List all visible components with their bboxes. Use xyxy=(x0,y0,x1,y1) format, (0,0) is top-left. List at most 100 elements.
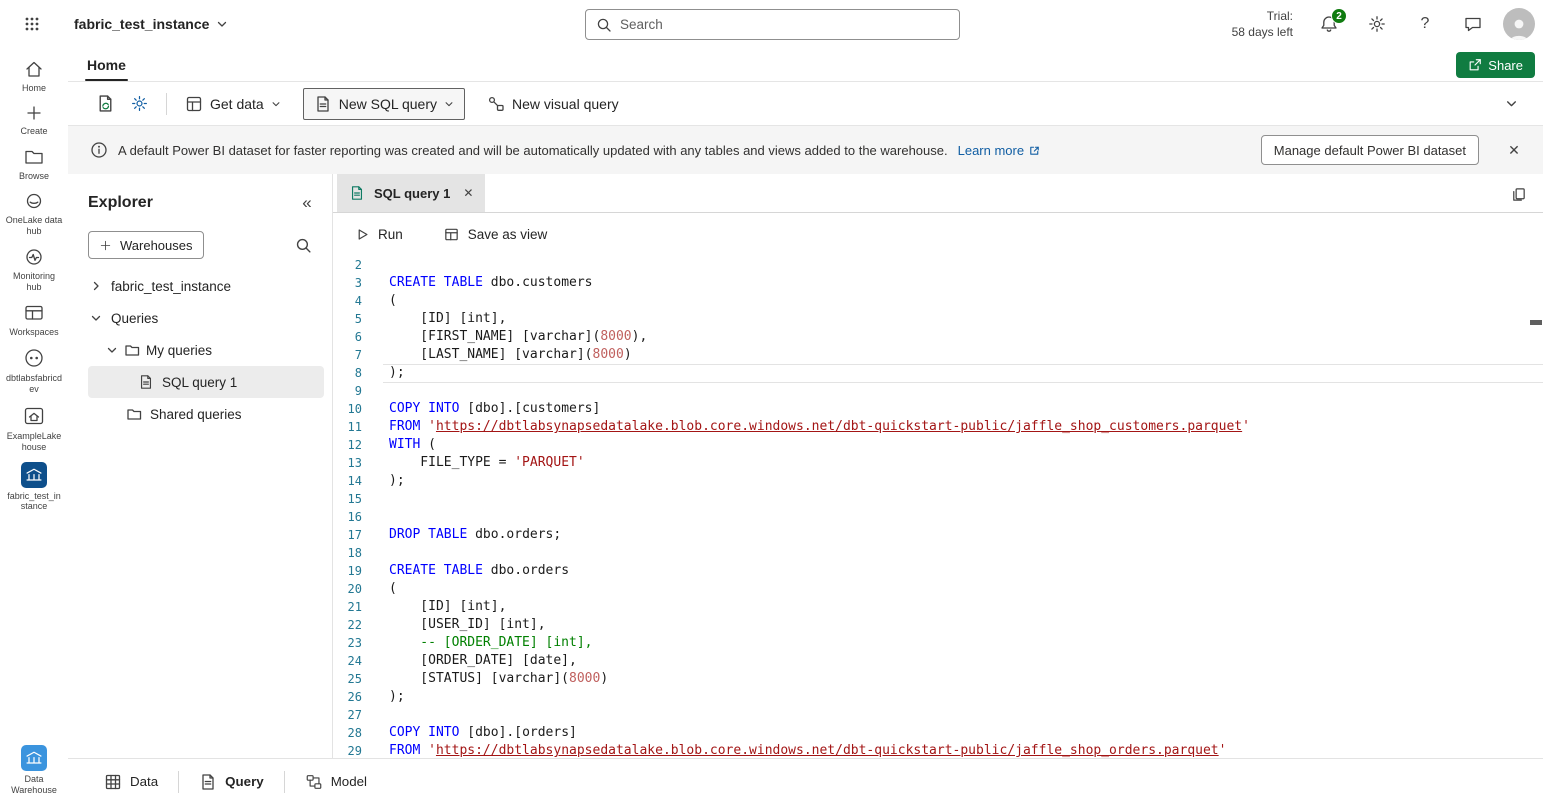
learn-more-link[interactable]: Learn more xyxy=(958,143,1041,158)
code-line[interactable]: 9 xyxy=(333,382,1543,400)
editor-tab-bar: SQL query 1 ✕ xyxy=(333,174,1543,213)
code-line[interactable]: 12WITH ( xyxy=(333,436,1543,454)
ribbon-collapse-button[interactable] xyxy=(1497,90,1525,118)
tree-item-warehouse[interactable]: fabric_test_instance xyxy=(68,270,332,302)
code-line[interactable]: 26); xyxy=(333,688,1543,706)
app-launcher-button[interactable] xyxy=(14,6,50,42)
manage-default-dataset-button[interactable]: Manage default Power BI dataset xyxy=(1261,135,1479,165)
footer-tab-model[interactable]: Model xyxy=(299,773,373,791)
ribbon-tab-row: Home Share xyxy=(68,48,1543,82)
avatar[interactable] xyxy=(1503,8,1535,40)
code-line[interactable]: 7 [LAST_NAME] [varchar](8000) xyxy=(333,346,1543,364)
help-button[interactable]: ? xyxy=(1407,6,1443,42)
code-line[interactable]: 23 -- [ORDER_DATE] [int], xyxy=(333,634,1543,652)
copy-button[interactable] xyxy=(1505,181,1531,207)
code-line[interactable]: 10COPY INTO [dbo].[customers] xyxy=(333,400,1543,418)
run-button[interactable]: Run xyxy=(345,219,413,251)
tab-home[interactable]: Home xyxy=(82,48,131,81)
code-text: [USER_ID] [int], xyxy=(389,616,546,634)
code-line[interactable]: 17DROP TABLE dbo.orders; xyxy=(333,526,1543,544)
run-icon xyxy=(355,227,370,242)
code-text: FROM 'https://dbtlabsynapsedatalake.blob… xyxy=(389,418,1250,436)
scrollbar-marker[interactable] xyxy=(1530,320,1542,325)
code-line[interactable]: 21 [ID] [int], xyxy=(333,598,1543,616)
code-line[interactable]: 24 [ORDER_DATE] [date], xyxy=(333,652,1543,670)
add-warehouses-button[interactable]: Warehouses xyxy=(88,231,204,259)
line-number: 29 xyxy=(333,742,362,758)
collapse-icon: « xyxy=(302,193,311,212)
nav-item-dbtlabsfabricdev[interactable]: dbtlabsfabricdev xyxy=(3,346,65,395)
code-line[interactable]: 14); xyxy=(333,472,1543,490)
save-as-view-button[interactable]: Save as view xyxy=(433,219,558,251)
code-line[interactable]: 27 xyxy=(333,706,1543,724)
refresh-query-button[interactable] xyxy=(88,87,122,121)
settings-button[interactable] xyxy=(1359,6,1395,42)
code-line[interactable]: 28COPY INTO [dbo].[orders] xyxy=(333,724,1543,742)
code-line[interactable]: 6 [FIRST_NAME] [varchar](8000), xyxy=(333,328,1543,346)
footer-separator xyxy=(178,771,179,793)
nav-item-monitoring-hub[interactable]: Monitoring hub xyxy=(3,246,65,293)
product-name-dropdown[interactable]: fabric_test_instance xyxy=(74,16,228,32)
feedback-button[interactable] xyxy=(1455,6,1491,42)
code-line[interactable]: 25 [STATUS] [varchar](8000) xyxy=(333,670,1543,688)
footer-tab-data[interactable]: Data xyxy=(98,773,164,791)
line-number: 22 xyxy=(333,616,362,634)
code-line[interactable]: 13 FILE_TYPE = 'PARQUET' xyxy=(333,454,1543,472)
footer-tab-query[interactable]: Query xyxy=(193,773,270,791)
code-line[interactable]: 5 [ID] [int], xyxy=(333,310,1543,328)
tree-item-queries[interactable]: Queries xyxy=(68,302,332,334)
explorer-search-button[interactable] xyxy=(288,230,318,260)
footer-separator xyxy=(284,771,285,793)
nav-item-onelake-data-hub[interactable]: OneLake data hub xyxy=(3,190,65,237)
code-line[interactable]: 11FROM 'https://dbtlabsynapsedatalake.bl… xyxy=(333,418,1543,436)
code-line[interactable]: 3CREATE TABLE dbo.customers xyxy=(333,274,1543,292)
line-number: 24 xyxy=(333,652,362,670)
nav-item-home[interactable]: Home xyxy=(3,58,65,94)
new-sql-query-button[interactable]: New SQL query xyxy=(303,88,465,120)
new-visual-query-button[interactable]: New visual query xyxy=(479,88,627,120)
code-line[interactable]: 20( xyxy=(333,580,1543,598)
tree-item-shared-queries[interactable]: Shared queries xyxy=(68,398,332,430)
top-header: fabric_test_instance Trial: 58 days left… xyxy=(0,0,1543,48)
collapse-panel-button[interactable]: « xyxy=(294,190,320,216)
tree-item-my-queries[interactable]: My queries xyxy=(68,334,332,366)
warehouse-icon xyxy=(21,462,47,488)
code-line[interactable]: 18 xyxy=(333,544,1543,562)
explorer-title: Explorer xyxy=(88,194,153,212)
code-line[interactable]: 8); xyxy=(333,364,1543,382)
line-number: 7 xyxy=(333,346,362,364)
settings-gear-button[interactable] xyxy=(122,87,156,121)
nav-item-fabric-test-instance[interactable]: fabric_test_instance xyxy=(3,462,65,513)
line-number: 6 xyxy=(333,328,362,346)
code-line[interactable]: 19CREATE TABLE dbo.orders xyxy=(333,562,1543,580)
code-line[interactable]: 15 xyxy=(333,490,1543,508)
notifications-button[interactable]: 2 xyxy=(1311,6,1347,42)
nav-item-examplelakehouse[interactable]: ExampleLakehouse xyxy=(3,404,65,453)
code-line[interactable]: 22 [USER_ID] [int], xyxy=(333,616,1543,634)
code-line[interactable]: 16 xyxy=(333,508,1543,526)
share-button[interactable]: Share xyxy=(1456,52,1535,78)
code-text: -- [ORDER_DATE] [int], xyxy=(389,634,593,652)
tab-sql-query-1[interactable]: SQL query 1 ✕ xyxy=(337,174,485,212)
code-text: CREATE TABLE dbo.orders xyxy=(389,562,569,580)
code-line[interactable]: 29FROM 'https://dbtlabsynapsedatalake.bl… xyxy=(333,742,1543,758)
line-number: 28 xyxy=(333,724,362,742)
code-line[interactable]: 2 xyxy=(333,256,1543,274)
nav-item-create[interactable]: Create xyxy=(3,103,65,137)
get-data-button[interactable]: Get data xyxy=(177,88,289,120)
folder-icon xyxy=(126,406,142,422)
nav-item-browse[interactable]: Browse xyxy=(3,146,65,182)
global-search xyxy=(585,9,960,40)
banner-close-button[interactable]: ✕ xyxy=(1499,135,1529,165)
code-line[interactable]: 4( xyxy=(333,292,1543,310)
onelake-icon xyxy=(23,190,45,212)
search-input[interactable] xyxy=(620,17,949,32)
copy-icon xyxy=(1510,186,1527,203)
chevron-down-icon xyxy=(90,312,102,324)
nav-item-workspaces[interactable]: Workspaces xyxy=(3,302,65,338)
tree-item-sql-query-1[interactable]: SQL query 1 xyxy=(88,366,324,398)
home-icon xyxy=(23,58,45,80)
tab-close-button[interactable]: ✕ xyxy=(463,186,473,200)
nav-item-data-warehouse[interactable]: Data Warehouse xyxy=(3,745,65,796)
code-editor[interactable]: 23CREATE TABLE dbo.customers4(5 [ID] [in… xyxy=(333,256,1543,758)
